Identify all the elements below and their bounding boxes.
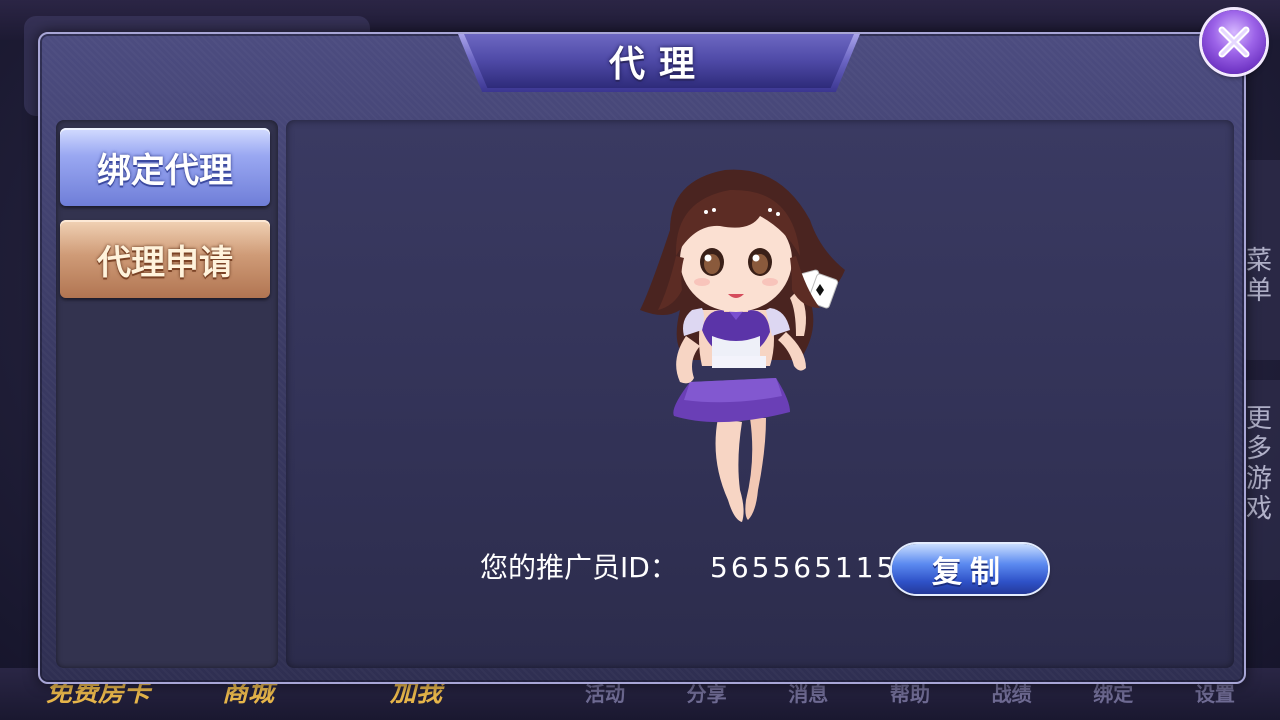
mascot-girl-illustration: [640, 169, 845, 522]
promoter-id-value: 565565115: [710, 551, 898, 584]
promoter-id-label: 您的推广员ID：: [480, 551, 678, 584]
dialog-title: 代理: [608, 44, 709, 85]
copy-button[interactable]: 复制: [892, 544, 1048, 594]
background-menu-tab: 菜单: [1245, 246, 1272, 306]
close-button[interactable]: [1202, 10, 1266, 74]
background-more-games-tab: 更多游戏: [1245, 404, 1272, 524]
close-icon: [1218, 26, 1250, 58]
tab-agent-application[interactable]: 代理申请: [60, 220, 270, 298]
tab-bind-agent[interactable]: 绑定代理: [60, 128, 270, 206]
